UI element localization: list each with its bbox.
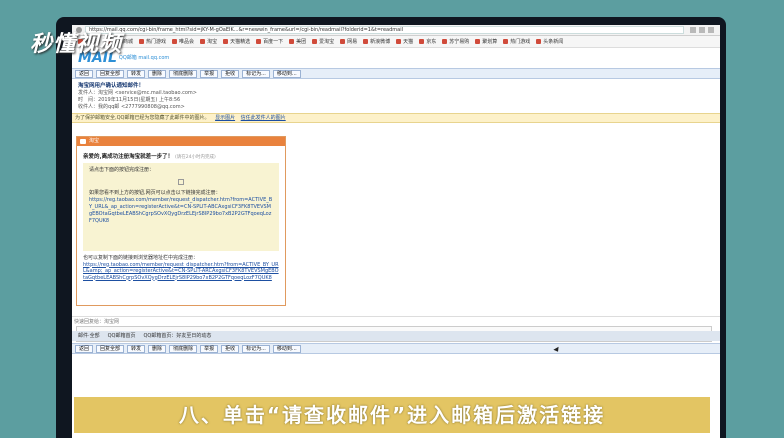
- mail-toolbar-bottom: 返回 回复全部 转发 删除 彻底删除 举报 拒收 标记为... 移动到...: [72, 343, 720, 354]
- bookmark-icon: [363, 39, 369, 44]
- mail-from-row: 发件人：淘宝网 <service@mc.mail.taobao.com>: [78, 90, 197, 96]
- delete-button-bottom[interactable]: 删除: [148, 344, 167, 353]
- bookmark-item[interactable]: 唯品会: [172, 38, 194, 45]
- activation-panel: 请点击下面的按钮完成注册： 如果您看不到上方的按钮,网页可以点击以下链接完成注册…: [83, 163, 279, 251]
- forward-button[interactable]: 转发: [127, 69, 146, 78]
- reject-button[interactable]: 拒收: [221, 69, 240, 78]
- browser-nav-icons: [690, 27, 714, 33]
- bookmark-item[interactable]: 热门游戏: [503, 38, 530, 45]
- mail-logo-sub: QQ邮箱 mail.qq.com: [118, 55, 170, 61]
- bookmark-item[interactable]: 爱淘宝: [312, 38, 334, 45]
- bookmark-item[interactable]: 苏宁易购: [442, 38, 469, 45]
- permanent-delete-button[interactable]: 彻底删除: [169, 69, 198, 78]
- report-button-bottom[interactable]: 举报: [200, 344, 219, 353]
- video-caption: 八、单击“请查收邮件”进入邮箱后激活链接: [178, 403, 606, 427]
- bookmark-item[interactable]: 百度一下: [256, 38, 283, 45]
- bookmark-icon: [536, 39, 542, 44]
- bookmark-icon: [442, 39, 448, 44]
- fallback-instruction: 如果您看不到上方的按钮,网页可以点击以下链接完成注册：: [89, 190, 221, 196]
- bookmark-item[interactable]: 京东: [419, 38, 436, 45]
- move-to-dropdown-bottom[interactable]: 移动到...: [272, 344, 301, 353]
- report-button[interactable]: 举报: [200, 69, 219, 78]
- bookmark-icon: [172, 39, 178, 44]
- activation-instruction: 请点击下面的按钮完成注册：: [89, 167, 155, 173]
- qqmail-logo[interactable]: MAIL QQ邮箱 mail.qq.com: [72, 48, 720, 68]
- mark-as-dropdown[interactable]: 标记为...: [242, 69, 270, 78]
- bookmark-item[interactable]: 天猫精选: [223, 38, 250, 45]
- broken-image-icon[interactable]: [178, 179, 184, 185]
- bookmark-icon: [419, 39, 425, 44]
- back-button-bottom[interactable]: 返回: [75, 344, 94, 353]
- bookmark-icon: [503, 39, 509, 44]
- mail-brand-bar: 淘宝: [77, 137, 285, 146]
- video-watermark: 秒懂视频: [30, 32, 123, 57]
- bookmark-item[interactable]: 头条新闻: [536, 38, 563, 45]
- tab-qqmail-friends[interactable]: QQ邮箱首页：好友至日的动态: [143, 331, 211, 341]
- back-button[interactable]: 返回: [75, 69, 94, 78]
- mail-time: 2019年11月15日(星期五) 上午8:56: [98, 97, 181, 103]
- activation-link[interactable]: https://reg.taobao.com/member/request_di…: [89, 197, 273, 225]
- back-icon[interactable]: [690, 27, 696, 33]
- bookmark-icon: [289, 39, 295, 44]
- mark-as-dropdown-bottom[interactable]: 标记为...: [242, 344, 270, 353]
- mail-body: 淘宝 亲爱的,离成功注册淘宝就差一步了！ (请在24小时内完成) 请点击下面的按…: [76, 136, 286, 306]
- taobao-logo-icon: [80, 139, 86, 144]
- reject-button-bottom[interactable]: 拒收: [221, 344, 240, 353]
- bookmark-icon: [139, 39, 145, 44]
- bookmark-item[interactable]: 网易: [340, 38, 357, 45]
- notice-text: 为了保护邮箱安全,QQ邮箱已经为您隐藏了此邮件中的图片。: [75, 115, 210, 121]
- bookmark-icon: [223, 39, 229, 44]
- bookmark-item[interactable]: 新浪微博: [363, 38, 390, 45]
- bottom-tabs: 邮件·全部 QQ邮箱首页 QQ邮箱首页：好友至日的动态: [72, 331, 720, 341]
- mail-to[interactable]: 我的qq邮 <2777990808@qq.com>: [98, 104, 185, 110]
- bookmark-item[interactable]: 天猫: [396, 38, 413, 45]
- mail-toolbar: 返回 回复全部 转发 删除 彻底删除 举报 拒收 标记为... 移动到...: [72, 68, 720, 79]
- copy-activation-link[interactable]: https://reg.taobao.com/member/request_di…: [83, 262, 279, 282]
- url-input[interactable]: https://mail.qq.com/cgi-bin/frame_html?s…: [85, 26, 684, 34]
- mail-header: 淘宝网用户确认通知邮件！ 发件人：淘宝网 <service@mc.mail.ta…: [72, 79, 720, 113]
- bookmark-item[interactable]: 热门游戏: [139, 38, 166, 45]
- permanent-delete-button-bottom[interactable]: 彻底删除: [169, 344, 198, 353]
- reply-all-button-bottom[interactable]: 回复全部: [96, 344, 125, 353]
- image-blocked-notice: 为了保护邮箱安全,QQ邮箱已经为您隐藏了此邮件中的图片。 显示图片 信任此发件人…: [72, 113, 720, 123]
- forward-icon[interactable]: [699, 27, 705, 33]
- address-bar: https://mail.qq.com/cgi-bin/frame_html?s…: [72, 25, 720, 36]
- bookmark-item[interactable]: 聚划算: [475, 38, 497, 45]
- bookmark-item[interactable]: 美团: [289, 38, 306, 45]
- bookmark-icon: [256, 39, 262, 44]
- mail-time-row: 时 间：2019年11月15日(星期五) 上午8:56: [78, 97, 181, 103]
- bookmarks-bar: 腾讯网 京东商城 热门游戏 唯品会 淘宝 天猫精选 百度一下 美团 爱淘宝 网易…: [72, 36, 720, 48]
- bookmark-icon: [475, 39, 481, 44]
- bookmark-item[interactable]: 淘宝: [200, 38, 217, 45]
- move-to-dropdown[interactable]: 移动到...: [272, 69, 301, 78]
- bookmark-icon: [396, 39, 402, 44]
- bookmark-icon: [340, 39, 346, 44]
- show-images-link[interactable]: 显示图片: [215, 115, 235, 121]
- tab-qqmail-home[interactable]: QQ邮箱首页: [108, 331, 136, 341]
- mail-subject: 淘宝网用户确认通知邮件！: [78, 83, 145, 89]
- delete-button[interactable]: 删除: [148, 69, 167, 78]
- forward-button-bottom[interactable]: 转发: [127, 344, 146, 353]
- refresh-icon[interactable]: [708, 27, 714, 33]
- tab-all-mail[interactable]: 邮件·全部: [78, 331, 100, 341]
- bookmark-icon: [312, 39, 318, 44]
- mail-title: 亲爱的,离成功注册淘宝就差一步了！ (请在24小时内完成): [83, 154, 216, 160]
- mail-to-row: 收件人：我的qq邮 <2777990808@qq.com>: [78, 104, 185, 110]
- quick-reply-label: 快速回复给：淘宝网: [72, 316, 720, 326]
- reply-all-button[interactable]: 回复全部: [96, 69, 125, 78]
- bookmark-icon: [200, 39, 206, 44]
- trust-sender-link[interactable]: 信任此发件人的图片: [241, 115, 286, 121]
- mail-from[interactable]: 淘宝网 <service@mc.mail.taobao.com>: [98, 90, 197, 96]
- mail-footer: 也可以复制下面的链接到浏览器地址栏中完成注册： https://reg.taob…: [77, 251, 285, 285]
